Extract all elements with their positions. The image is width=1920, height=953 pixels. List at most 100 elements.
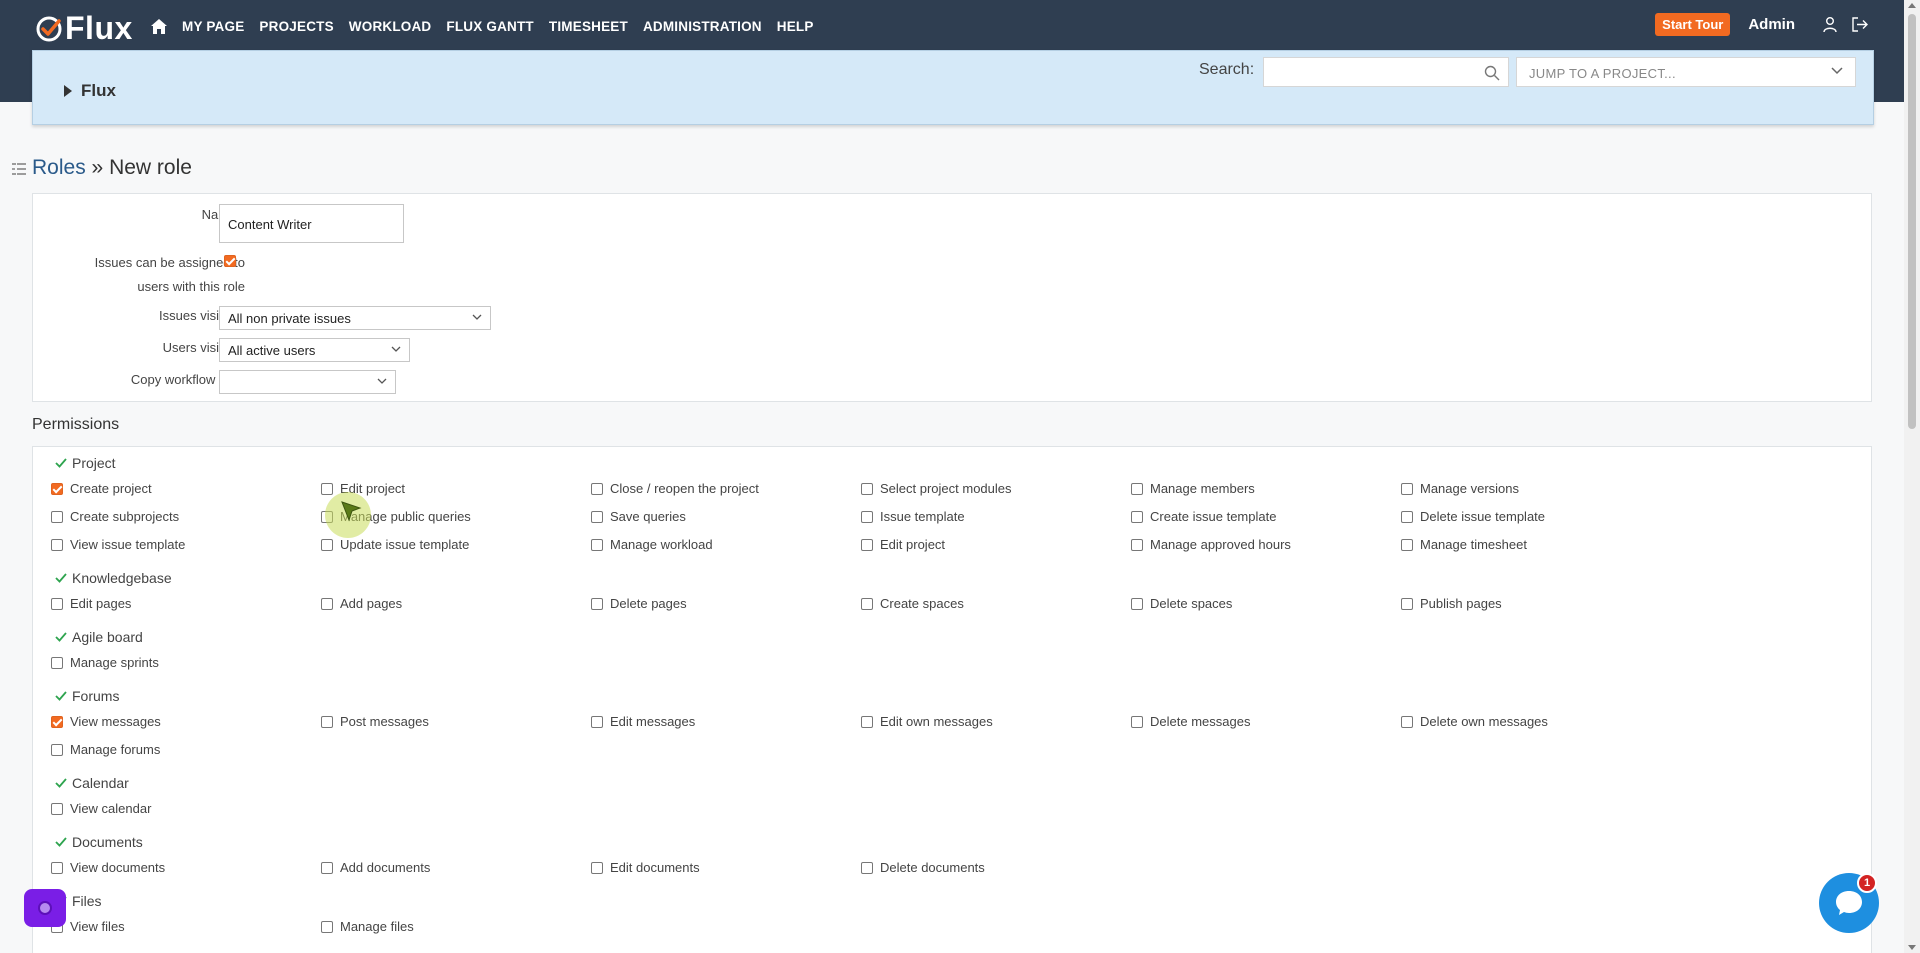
start-tour-button[interactable]: Start Tour <box>1655 13 1731 36</box>
recorder-widget-button[interactable] <box>24 889 66 927</box>
page-scrollbar[interactable] <box>1904 0 1920 953</box>
permission-checkbox[interactable] <box>591 597 603 610</box>
permission-checkbox[interactable] <box>321 715 333 728</box>
permission-group-calendar[interactable]: Calendar <box>55 775 129 791</box>
permission-checkbox[interactable] <box>591 482 603 495</box>
permission-checkbox[interactable] <box>51 597 63 610</box>
permission-group-project[interactable]: Project <box>55 455 116 471</box>
permission-project-12[interactable]: View issue template <box>51 537 185 552</box>
permission-checkbox[interactable] <box>321 597 333 610</box>
permission-checkbox[interactable] <box>51 743 63 756</box>
permission-documents-2[interactable]: Edit documents <box>591 860 700 875</box>
nav-projects[interactable]: PROJECTS <box>259 19 333 34</box>
permission-checkbox[interactable] <box>1401 482 1413 495</box>
logout-icon[interactable] <box>1851 16 1869 34</box>
home-icon[interactable] <box>148 16 170 36</box>
nav-help[interactable]: HELP <box>777 19 814 34</box>
permission-checkbox[interactable] <box>861 482 873 495</box>
permission-documents-0[interactable]: View documents <box>51 860 165 875</box>
permission-group-agile-board[interactable]: Agile board <box>55 629 143 645</box>
permission-project-0[interactable]: Create project <box>51 481 152 496</box>
nav-workload[interactable]: WORKLOAD <box>349 19 432 34</box>
permission-forums-6[interactable]: Manage forums <box>51 742 160 757</box>
copy-workflow-select[interactable] <box>219 370 396 394</box>
permission-project-4[interactable]: Manage members <box>1131 481 1255 496</box>
permission-checkbox[interactable] <box>861 510 873 523</box>
permission-project-3[interactable]: Select project modules <box>861 481 1012 496</box>
permission-knowledgebase-4[interactable]: Delete spaces <box>1131 596 1232 611</box>
permission-checkbox[interactable] <box>1131 597 1143 610</box>
issues-visibility-select[interactable]: All non private issues <box>219 306 491 330</box>
permission-agile-board-0[interactable]: Manage sprints <box>51 655 159 670</box>
permission-checkbox[interactable] <box>51 715 63 728</box>
permission-project-1[interactable]: Edit project <box>321 481 405 496</box>
permission-forums-1[interactable]: Post messages <box>321 714 429 729</box>
permission-forums-4[interactable]: Delete messages <box>1131 714 1250 729</box>
permission-knowledgebase-1[interactable]: Add pages <box>321 596 402 611</box>
permission-checkbox[interactable] <box>321 482 333 495</box>
assignable-checkbox[interactable] <box>224 255 236 267</box>
permission-project-14[interactable]: Manage workload <box>591 537 713 552</box>
permission-checkbox[interactable] <box>861 861 873 874</box>
permission-checkbox[interactable] <box>591 510 603 523</box>
search-input[interactable] <box>1263 57 1509 87</box>
permission-checkbox[interactable] <box>591 538 603 551</box>
search-icon[interactable] <box>1484 65 1500 81</box>
permission-project-9[interactable]: Issue template <box>861 509 965 524</box>
flux-logo[interactable]: Flux <box>35 10 133 47</box>
permission-checkbox[interactable] <box>1401 538 1413 551</box>
scrollbar-thumb[interactable] <box>1908 14 1916 429</box>
permission-project-10[interactable]: Create issue template <box>1131 509 1276 524</box>
permission-knowledgebase-3[interactable]: Create spaces <box>861 596 964 611</box>
users-visibility-select[interactable]: All active users <box>219 338 410 362</box>
permission-checkbox[interactable] <box>1131 482 1143 495</box>
permission-project-2[interactable]: Close / reopen the project <box>591 481 759 496</box>
user-name[interactable]: Admin <box>1748 16 1795 33</box>
project-toggle[interactable]: Flux <box>63 81 116 101</box>
permission-knowledgebase-0[interactable]: Edit pages <box>51 596 131 611</box>
permission-documents-1[interactable]: Add documents <box>321 860 430 875</box>
permission-checkbox[interactable] <box>51 510 63 523</box>
permission-calendar-0[interactable]: View calendar <box>51 801 151 816</box>
permission-checkbox[interactable] <box>861 597 873 610</box>
nav-my-page[interactable]: MY PAGE <box>182 19 244 34</box>
permission-project-15[interactable]: Edit project <box>861 537 945 552</box>
permission-checkbox[interactable] <box>591 861 603 874</box>
permission-checkbox[interactable] <box>1131 538 1143 551</box>
permission-files-1[interactable]: Manage files <box>321 919 414 934</box>
permission-checkbox[interactable] <box>51 802 63 815</box>
permission-checkbox[interactable] <box>321 920 333 933</box>
nav-timesheet[interactable]: TIMESHEET <box>549 19 628 34</box>
permission-project-16[interactable]: Manage approved hours <box>1131 537 1291 552</box>
permission-checkbox[interactable] <box>51 538 63 551</box>
permission-forums-2[interactable]: Edit messages <box>591 714 695 729</box>
permission-checkbox[interactable] <box>591 715 603 728</box>
permission-group-knowledgebase[interactable]: Knowledgebase <box>55 570 172 586</box>
permission-checkbox[interactable] <box>1401 510 1413 523</box>
permission-forums-5[interactable]: Delete own messages <box>1401 714 1548 729</box>
sidebar-toggle-icon[interactable] <box>12 163 26 178</box>
permission-group-documents[interactable]: Documents <box>55 834 143 850</box>
permission-documents-3[interactable]: Delete documents <box>861 860 985 875</box>
permission-knowledgebase-5[interactable]: Publish pages <box>1401 596 1502 611</box>
permission-checkbox[interactable] <box>1401 597 1413 610</box>
name-field[interactable]: Content Writer <box>219 204 404 243</box>
permission-forums-3[interactable]: Edit own messages <box>861 714 993 729</box>
permission-forums-0[interactable]: View messages <box>51 714 161 729</box>
permission-project-13[interactable]: Update issue template <box>321 537 469 552</box>
permission-project-5[interactable]: Manage versions <box>1401 481 1519 496</box>
permission-group-forums[interactable]: Forums <box>55 688 119 704</box>
permission-checkbox[interactable] <box>1131 510 1143 523</box>
permission-checkbox[interactable] <box>861 715 873 728</box>
permission-checkbox[interactable] <box>51 482 63 495</box>
jump-to-project-select[interactable]: JUMP TO A PROJECT... <box>1516 57 1856 87</box>
permission-knowledgebase-2[interactable]: Delete pages <box>591 596 687 611</box>
permission-checkbox[interactable] <box>1131 715 1143 728</box>
permission-project-6[interactable]: Create subprojects <box>51 509 179 524</box>
nav-flux-gantt[interactable]: FLUX GANTT <box>446 19 534 34</box>
permission-checkbox[interactable] <box>861 538 873 551</box>
breadcrumb-roles-link[interactable]: Roles <box>32 156 86 179</box>
nav-administration[interactable]: ADMINISTRATION <box>643 19 762 34</box>
permission-checkbox[interactable] <box>51 656 63 669</box>
permission-checkbox[interactable] <box>321 861 333 874</box>
